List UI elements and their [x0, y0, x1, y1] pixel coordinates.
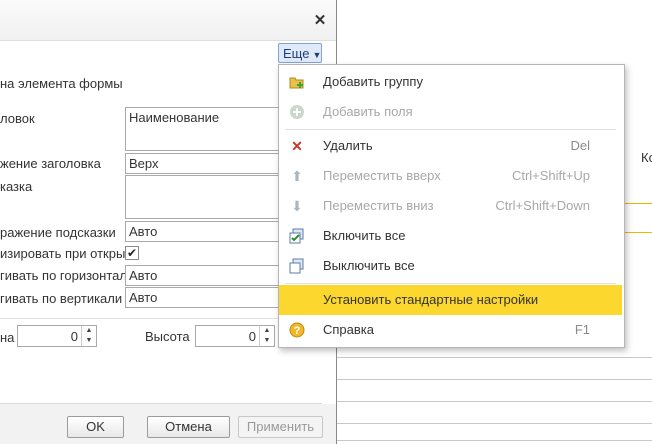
menu-item-label: Удалить: [323, 138, 373, 153]
menu-item-shortcut: Ctrl+Shift+Up: [511, 168, 590, 183]
menu-item-label: Выключить все: [323, 258, 415, 273]
folder-add-icon: [289, 74, 305, 90]
activate-on-open-label: изировать при откры: [0, 246, 126, 261]
width-stepper[interactable]: 0 ▲ ▼: [17, 325, 97, 347]
delete-x-icon: ✕: [291, 138, 303, 154]
section-divider: [0, 318, 322, 319]
arrow-down-icon: ⬇: [291, 198, 303, 214]
menu-item-move-up[interactable]: ⬆ Переместить вверх Ctrl+Shift+Up: [279, 161, 622, 191]
background-row-line: [336, 379, 652, 380]
height-label: Высота: [145, 329, 190, 344]
height-stepper[interactable]: 0 ▲ ▼: [195, 325, 275, 347]
width-value: 0: [70, 329, 78, 344]
title-label: ловок: [0, 111, 35, 126]
more-dropdown-menu: Добавить группу Добавить поля ✕ Удалить …: [278, 64, 625, 348]
menu-item-shortcut: Del: [570, 138, 590, 153]
stretch-horizontal-select[interactable]: Авто: [125, 265, 285, 286]
apply-button[interactable]: Применить: [238, 416, 323, 438]
background-row-line: [336, 357, 652, 358]
stretch-vertical-label: гивать по вертикали: [0, 291, 123, 306]
menu-item-shortcut: F1: [574, 322, 590, 337]
spin-arrows-icon[interactable]: ▲ ▼: [259, 326, 274, 346]
title-position-select[interactable]: Верх: [125, 153, 285, 174]
uncheck-all-icon: [289, 258, 305, 274]
stretch-vertical-select[interactable]: Авто: [125, 287, 285, 308]
menu-item-label: Справка: [323, 322, 374, 337]
menu-item-set-defaults[interactable]: Установить стандартные настройки: [279, 285, 622, 315]
menu-item-add-group[interactable]: Добавить группу: [279, 67, 622, 97]
menu-separator: [285, 129, 616, 130]
menu-item-disable-all[interactable]: Выключить все: [279, 251, 622, 281]
menu-item-label: Установить стандартные настройки: [323, 292, 539, 307]
background-row-line: [336, 440, 652, 441]
hint-display-label: ражение подсказки: [0, 225, 116, 240]
title-position-label: жение заголовка: [0, 156, 101, 171]
menu-separator: [285, 283, 616, 284]
menu-item-label: Включить все: [323, 228, 406, 243]
background-column-header: Ко: [641, 150, 652, 165]
menu-item-label: Переместить вниз: [323, 198, 434, 213]
background-row-line: [336, 401, 652, 402]
svg-text:?: ?: [294, 325, 301, 337]
empty-panel: [0, 355, 322, 404]
height-value: 0: [248, 329, 256, 344]
add-field-icon: [289, 104, 305, 120]
more-button[interactable]: Еще ▼: [278, 43, 322, 63]
menu-item-label: Переместить вверх: [323, 168, 441, 183]
title-field[interactable]: Наименование: [125, 107, 285, 151]
menu-item-label: Добавить поля: [323, 104, 413, 119]
stretch-horizontal-label: гивать по горизонтал: [0, 268, 127, 283]
menu-item-delete[interactable]: ✕ Удалить Del: [279, 131, 622, 161]
ok-button[interactable]: OK: [67, 416, 124, 438]
menu-item-shortcut: Ctrl+Shift+Down: [495, 198, 590, 213]
width-label: на: [0, 330, 15, 345]
cancel-button[interactable]: Отмена: [147, 416, 230, 438]
dialog-titlebar: ✕: [0, 0, 336, 41]
activate-on-open-checkbox[interactable]: ✔: [125, 246, 139, 260]
menu-item-label: Добавить группу: [323, 74, 423, 89]
arrow-up-icon: ⬆: [291, 168, 303, 184]
menu-item-help[interactable]: ? Справка F1: [279, 315, 622, 345]
close-icon[interactable]: ✕: [312, 13, 328, 29]
menu-item-enable-all[interactable]: Включить все: [279, 221, 622, 251]
menu-item-add-field[interactable]: Добавить поля: [279, 97, 622, 127]
background-row-line: [336, 423, 652, 424]
form-section-title: на элемента формы: [0, 76, 123, 91]
check-all-icon: [289, 228, 305, 244]
more-button-label: Еще: [283, 46, 310, 61]
hint-label: казка: [0, 179, 33, 194]
spin-arrows-icon[interactable]: ▲ ▼: [81, 326, 96, 346]
help-icon: ?: [289, 322, 305, 338]
hint-display-select[interactable]: Авто: [125, 221, 285, 242]
chevron-down-icon: ▼: [312, 50, 322, 60]
hint-field[interactable]: [125, 175, 285, 219]
menu-item-move-down[interactable]: ⬇ Переместить вниз Ctrl+Shift+Down: [279, 191, 622, 221]
